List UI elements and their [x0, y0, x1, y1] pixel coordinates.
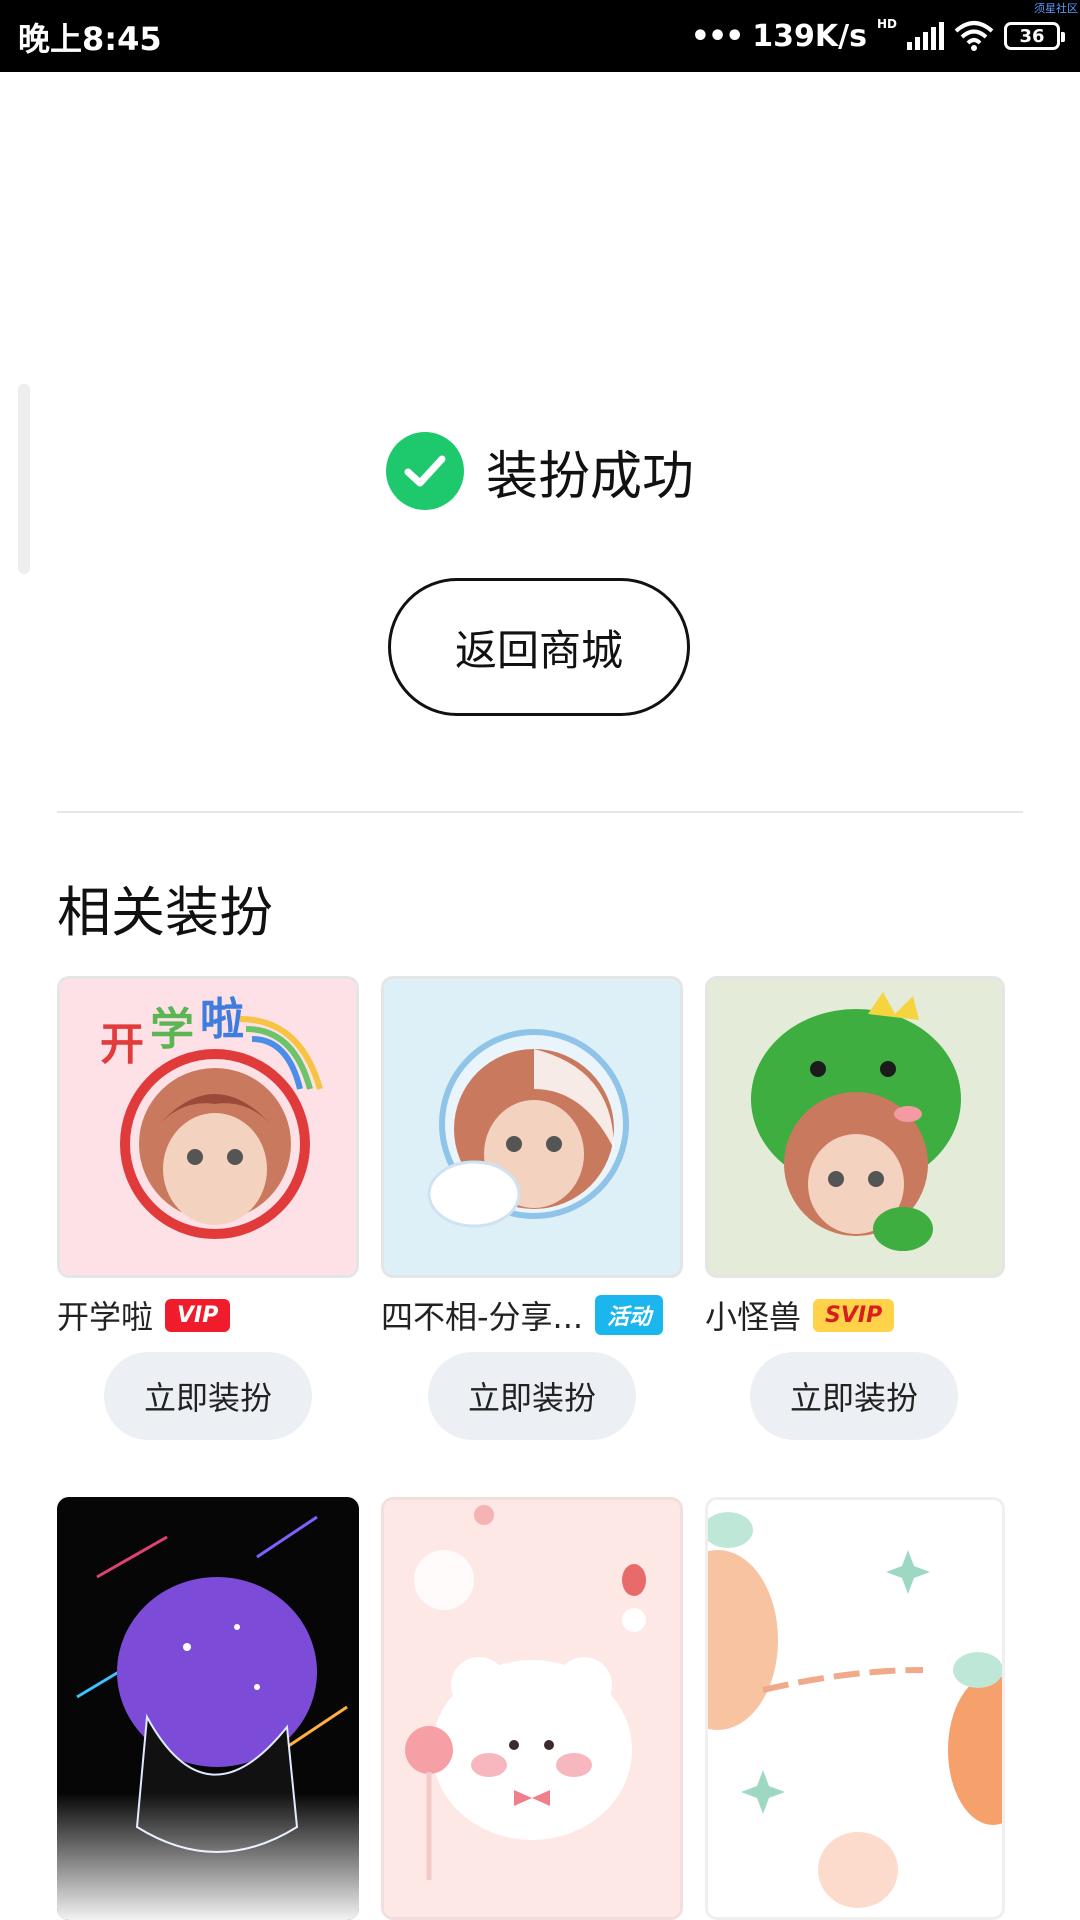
avatar-frame-image	[427, 1029, 629, 1228]
item-name: 开学啦	[57, 1298, 154, 1336]
item-name: 四不相-分享...	[381, 1298, 584, 1336]
apply-now-button[interactable]: 立即装扮	[104, 1352, 312, 1440]
item-name-row: 小怪兽 SVIP	[705, 1292, 895, 1338]
hd-label: HD	[876, 17, 897, 31]
status-time: 晚上8:45	[18, 20, 162, 58]
svip-badge: SVIP	[813, 1298, 895, 1332]
wallpaper-image	[405, 1505, 646, 1880]
apply-now-button[interactable]: 立即装扮	[428, 1352, 636, 1440]
item-thumbnail-xiaoguaishou[interactable]	[705, 976, 1005, 1278]
success-text: 装扮成功	[485, 446, 694, 507]
svg-text:开: 开	[100, 1019, 144, 1070]
item-thumbnail-bear[interactable]	[381, 1497, 683, 1920]
status-bar: 晚上8:45 ••• 139K/s HD 36 须星社区	[0, 0, 1080, 72]
divider	[57, 811, 1023, 813]
event-badge: 活动	[595, 1295, 664, 1335]
item-thumbnail-galaxy-boy[interactable]	[57, 1497, 359, 1920]
item-thumbnail-kaixuela[interactable]: 开 学 啦	[57, 976, 359, 1278]
back-to-store-button[interactable]: 返回商城	[388, 578, 690, 716]
avatar-frame-image	[751, 992, 961, 1251]
wallpaper-image	[708, 1512, 1002, 1908]
wallpaper-image	[57, 1497, 359, 1920]
avatar-frame-image: 开 学 啦	[100, 994, 323, 1239]
svg-text:学: 学	[150, 1004, 194, 1055]
item-name-row: 开学啦 VIP	[57, 1292, 231, 1338]
corner-watermark: 须星社区	[1034, 2, 1078, 15]
item-thumbnail-sibuxiang[interactable]	[381, 976, 683, 1278]
battery-level: 36	[1019, 25, 1045, 47]
item-thumbnail-sweet[interactable]	[705, 1497, 1005, 1920]
notification-dots-icon: •••	[690, 18, 745, 54]
battery-icon: 36	[1004, 22, 1065, 50]
item-name: 小怪兽	[705, 1298, 802, 1336]
wifi-icon	[954, 21, 994, 51]
success-message-row: 装扮成功	[0, 432, 1080, 510]
signal-icon	[907, 22, 944, 50]
item-name-row: 四不相-分享... 活动	[381, 1292, 664, 1338]
related-section-title: 相关装扮	[57, 881, 273, 944]
vip-badge: VIP	[165, 1298, 231, 1332]
apply-now-button[interactable]: 立即装扮	[750, 1352, 958, 1440]
svg-text:啦: 啦	[200, 994, 244, 1045]
network-speed: 139K/s	[752, 18, 867, 54]
status-icons: ••• 139K/s HD 36	[690, 14, 1065, 58]
check-icon	[385, 432, 464, 510]
